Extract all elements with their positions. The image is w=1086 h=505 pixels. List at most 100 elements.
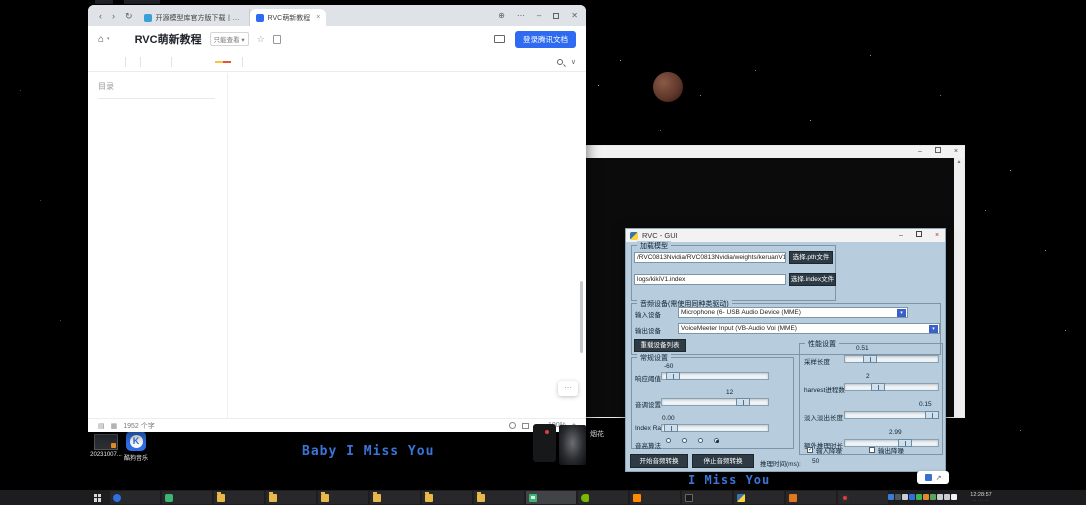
- rvc-close-button[interactable]: ×: [929, 229, 945, 242]
- desktop-icon-kugou[interactable]: K 酷狗音乐: [120, 431, 152, 462]
- tray-ime-icon[interactable]: [951, 494, 957, 500]
- taskbar-explorer[interactable]: [422, 491, 472, 504]
- pitch-algo-radio[interactable]: [682, 438, 689, 443]
- tray-volume-icon[interactable]: [944, 494, 950, 500]
- browser-menu-icon[interactable]: ⋯: [517, 11, 525, 20]
- fade-length-slider[interactable]: [844, 411, 939, 419]
- browser-minimize-button[interactable]: –: [537, 11, 541, 20]
- input-device-select[interactable]: Microphone (6- USB Audio Device (MME) ▾: [678, 307, 908, 318]
- star-icon[interactable]: ☆: [257, 34, 265, 45]
- history-icon[interactable]: [509, 422, 516, 429]
- tab-rvc-tutorial[interactable]: RVC萌新教程 ×: [250, 9, 327, 26]
- toolbar-divider[interactable]: [140, 57, 141, 67]
- sample-length-slider[interactable]: [844, 355, 939, 363]
- pitch-algo-radio[interactable]: [698, 438, 705, 443]
- index-rate-slider[interactable]: [661, 424, 769, 432]
- toolbar-divider[interactable]: [125, 57, 126, 67]
- select-pth-button[interactable]: 选择.pth文件: [789, 251, 833, 264]
- toolbar-divider[interactable]: [171, 57, 172, 67]
- output-denoise-checkbox[interactable]: 输出降噪: [869, 445, 904, 455]
- tray-mic-icon[interactable]: [902, 494, 908, 500]
- console-minimize-button[interactable]: –: [912, 146, 928, 158]
- doc-statusbar: ▤ ▦ 1952 个字 — 100% +: [88, 418, 586, 432]
- browser-close-button[interactable]: ✕: [571, 11, 578, 20]
- taskbar-explorer[interactable]: [318, 491, 368, 504]
- reload-icon[interactable]: ↻: [120, 6, 138, 26]
- taskbar-nvidia[interactable]: [578, 491, 628, 504]
- reload-devices-button[interactable]: 重载设备列表: [634, 339, 686, 352]
- console-close-button[interactable]: ×: [948, 146, 964, 158]
- console-scrollbar[interactable]: ▲: [954, 158, 964, 417]
- back-icon[interactable]: ‹: [94, 6, 107, 26]
- recorder-mini-toolbar[interactable]: [533, 424, 556, 462]
- more-actions-button[interactable]: ⋯: [558, 381, 578, 396]
- font-color-icon[interactable]: [223, 61, 231, 63]
- recording-dot-icon: [545, 430, 549, 434]
- toolbar-divider[interactable]: [242, 57, 243, 67]
- pitch-slider[interactable]: [661, 398, 769, 406]
- site-info-icon[interactable]: ⊕: [498, 11, 505, 20]
- tray-wechat-icon[interactable]: [916, 494, 922, 500]
- new-doc-icon[interactable]: [273, 35, 281, 44]
- clock-date-partial: ·······: [960, 498, 1002, 504]
- rvc-minimize-button[interactable]: –: [893, 229, 909, 242]
- pitch-algo-radio[interactable]: [714, 438, 721, 443]
- performance-settings-label: 性能设置: [805, 339, 839, 349]
- fullscreen-icon[interactable]: [522, 423, 529, 429]
- taskbar-rvc-gui[interactable]: [734, 491, 784, 504]
- taskbar-wechat-screenshare[interactable]: [526, 491, 576, 504]
- index-path-input[interactable]: logs/kikiV1.index: [634, 274, 786, 285]
- taskbar-voicemeeter[interactable]: [786, 491, 836, 504]
- harvest-threads-slider[interactable]: [844, 383, 939, 391]
- rvc-maximize-button[interactable]: [911, 229, 927, 242]
- chat-avatar-thumbnail[interactable]: [559, 425, 586, 465]
- select-index-button[interactable]: 选择.index文件: [789, 273, 836, 286]
- home-icon[interactable]: ⌂: [98, 34, 104, 45]
- taskbar-explorer[interactable]: [214, 491, 264, 504]
- search-icon[interactable]: [557, 59, 563, 65]
- start-button[interactable]: [88, 491, 108, 504]
- tab-label: RVC萌新教程: [268, 13, 311, 23]
- dropdown-arrow-icon[interactable]: ▾: [897, 309, 906, 317]
- login-button[interactable]: 登录腾讯文档: [515, 31, 576, 48]
- highlight-icon[interactable]: [215, 61, 223, 63]
- ime-toolbar-pill[interactable]: ↗: [917, 471, 949, 484]
- browser-maximize-button[interactable]: [553, 13, 559, 19]
- taskbar-console[interactable]: [682, 491, 732, 504]
- pitch-algo-label: 音高算法: [635, 440, 661, 450]
- taskbar-explorer[interactable]: [266, 491, 316, 504]
- stop-conversion-button[interactable]: 停止音频转换: [692, 454, 754, 468]
- dropdown-arrow-icon[interactable]: ▾: [929, 325, 938, 333]
- taskbar-clock[interactable]: 12:28:57 ·······: [960, 492, 1002, 504]
- present-mode-icon[interactable]: [494, 35, 505, 43]
- tray-kugou-icon[interactable]: [909, 494, 915, 500]
- tab-close-icon[interactable]: ×: [314, 14, 320, 21]
- start-conversion-button[interactable]: 开始音频转换: [630, 454, 688, 468]
- tray-camera-icon[interactable]: [895, 494, 901, 500]
- taskbar-wechat[interactable]: [162, 491, 212, 504]
- doc-scrollbar[interactable]: [580, 281, 583, 353]
- rvc-window-title: RVC - GUI: [642, 231, 678, 240]
- collapse-toolbar-icon[interactable]: ∨: [571, 58, 576, 66]
- view-only-badge[interactable]: 只能查看 ▾: [210, 32, 249, 46]
- tray-blue-app-icon[interactable]: [888, 494, 894, 500]
- taskbar-123pan[interactable]: [630, 491, 680, 504]
- word-count[interactable]: 1952 个字: [123, 421, 155, 431]
- threshold-slider[interactable]: [661, 372, 769, 380]
- input-denoise-checkbox[interactable]: 输入降噪: [807, 445, 842, 455]
- taskbar-kugou[interactable]: [110, 491, 160, 504]
- tray-orange-icon[interactable]: [923, 494, 929, 500]
- pitch-algo-radio[interactable]: [666, 438, 673, 443]
- tray-display-icon[interactable]: [937, 494, 943, 500]
- taskbar-explorer[interactable]: [370, 491, 420, 504]
- tab-model-download[interactable]: 开源模型库官方版下载丨最新版下...: [138, 9, 250, 26]
- console-maximize-button[interactable]: [930, 146, 946, 158]
- pth-path-input[interactable]: /RVC0813Nvidia/RVC0813Nvidia/weights/ker…: [634, 252, 786, 263]
- tray-shield-icon[interactable]: [930, 494, 936, 500]
- taskbar-explorer[interactable]: [474, 491, 524, 504]
- desktop-icon-video[interactable]: 20231007...: [90, 434, 122, 458]
- forward-icon[interactable]: ›: [107, 6, 120, 26]
- scroll-up-icon[interactable]: ▲: [954, 158, 964, 166]
- output-device-select[interactable]: VoiceMeeter Input (VB-Audio Voi (MME) ▾: [678, 323, 940, 334]
- taskbar-recorder[interactable]: [838, 491, 888, 504]
